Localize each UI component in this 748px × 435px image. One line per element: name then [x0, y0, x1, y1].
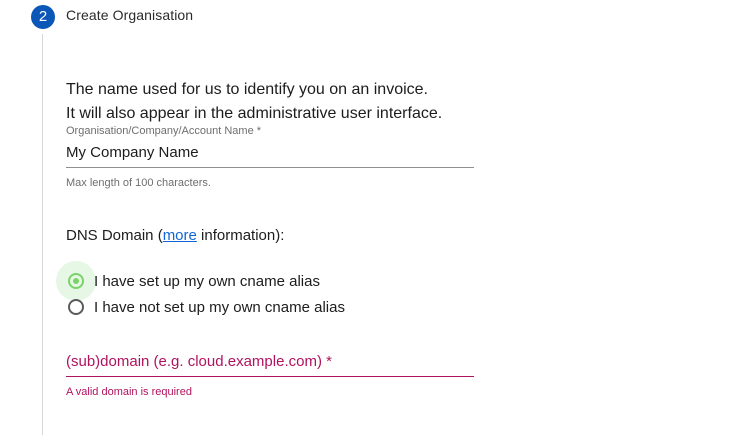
dns-domain-label: DNS Domain (more information): — [66, 227, 284, 244]
intro-line-1: The name used for us to identify you on … — [66, 81, 428, 98]
radio-option-cname-set[interactable]: I have set up my own cname alias — [56, 261, 320, 301]
intro-text: The name used for us to identify you on … — [66, 78, 442, 126]
radio-button-checked[interactable] — [56, 261, 96, 301]
radio-dot — [73, 278, 79, 284]
org-name-input[interactable]: My Company Name — [66, 144, 474, 168]
radio-ring — [68, 273, 84, 289]
subdomain-error-message: A valid domain is required — [66, 386, 192, 398]
dns-label-prefix: DNS Domain ( — [66, 227, 163, 244]
dns-label-suffix: information): — [196, 227, 285, 244]
more-info-link[interactable]: more — [163, 227, 197, 244]
radio-ring — [68, 299, 84, 315]
org-name-hint: Max length of 100 characters. — [66, 177, 211, 189]
radio-button-unchecked[interactable] — [66, 297, 86, 317]
radio-label-cname-not-set[interactable]: I have not set up my own cname alias — [94, 299, 345, 316]
step-number-badge: 2 — [31, 5, 55, 29]
step-title[interactable]: Create Organisation — [66, 7, 193, 23]
radio-option-cname-not-set[interactable]: I have not set up my own cname alias — [66, 296, 345, 318]
subdomain-input[interactable]: (sub)domain (e.g. cloud.example.com) * — [66, 353, 474, 377]
intro-line-2: It will also appear in the administrativ… — [66, 105, 443, 122]
org-name-label: Organisation/Company/Account Name * — [66, 125, 262, 137]
radio-label-cname-set[interactable]: I have set up my own cname alias — [94, 273, 320, 290]
stepper-connector-line — [42, 34, 43, 435]
